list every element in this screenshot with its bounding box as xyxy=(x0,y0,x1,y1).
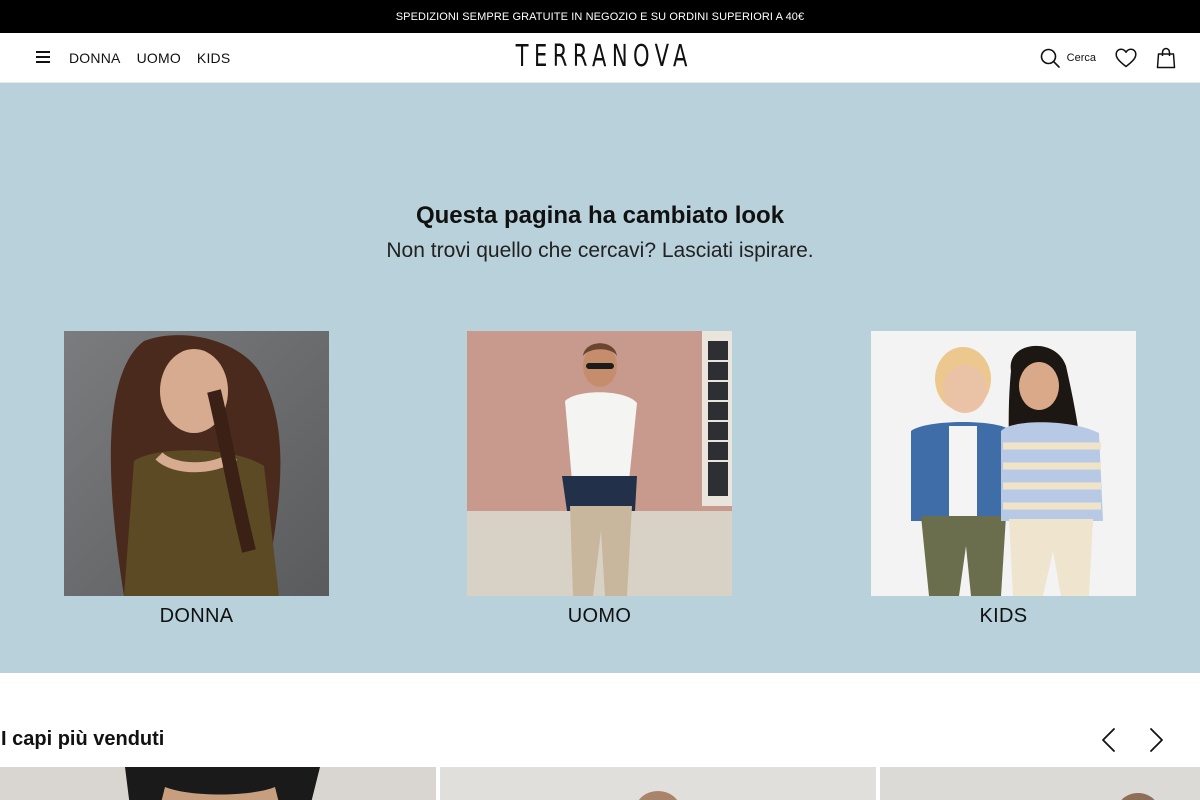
chevron-left-icon xyxy=(1102,728,1115,752)
product-tile[interactable] xyxy=(440,767,876,800)
category-image-uomo xyxy=(467,331,732,596)
category-image-kids xyxy=(871,331,1136,596)
site-header: DONNA UOMO KIDS TERRANOVA Cerca xyxy=(0,33,1200,83)
promo-bar: SPEDIZIONI SEMPRE GRATUITE IN NEGOZIO E … xyxy=(0,0,1200,33)
carousel-next-button[interactable] xyxy=(1143,727,1169,753)
category-card-donna[interactable]: DONNA xyxy=(64,331,329,628)
promo-text: SPEDIZIONI SEMPRE GRATUITE IN NEGOZIO E … xyxy=(395,10,805,23)
carousel-prev-button[interactable] xyxy=(1096,727,1122,753)
category-card-uomo[interactable]: UOMO xyxy=(467,331,732,628)
main-nav: DONNA UOMO KIDS xyxy=(69,33,230,83)
category-label-kids: KIDS xyxy=(979,605,1028,627)
category-image-donna xyxy=(64,331,329,596)
search-button[interactable]: Cerca xyxy=(1040,48,1096,68)
header-actions: Cerca xyxy=(1040,33,1176,83)
hero-subtitle: Non trovi quello che cercavi? Lasciati i… xyxy=(386,239,814,262)
category-card-kids[interactable]: KIDS xyxy=(871,331,1136,628)
hamburger-menu-icon[interactable] xyxy=(36,51,50,65)
wishlist-button[interactable] xyxy=(1115,48,1137,68)
category-label-donna: DONNA xyxy=(159,605,234,627)
cart-button[interactable] xyxy=(1156,47,1176,69)
product-tile[interactable] xyxy=(0,767,436,800)
heart-icon xyxy=(1115,48,1137,68)
nav-donna[interactable]: DONNA xyxy=(69,50,121,66)
search-label: Cerca xyxy=(1066,52,1096,64)
product-tile[interactable] xyxy=(880,767,1200,800)
bestsellers-title: I capi più venduti xyxy=(1,728,165,750)
chevron-right-icon xyxy=(1150,728,1163,752)
category-label-uomo: UOMO xyxy=(567,605,632,627)
search-icon xyxy=(1040,48,1060,68)
brand-logo-text: TERRANOVA xyxy=(516,39,694,74)
hero-title: Questa pagina ha cambiato look xyxy=(415,202,785,229)
hero-section: Questa pagina ha cambiato look Non trovi… xyxy=(0,83,1200,673)
nav-uomo[interactable]: UOMO xyxy=(137,50,181,66)
nav-kids[interactable]: KIDS xyxy=(197,50,230,66)
shopping-bag-icon xyxy=(1156,47,1176,69)
